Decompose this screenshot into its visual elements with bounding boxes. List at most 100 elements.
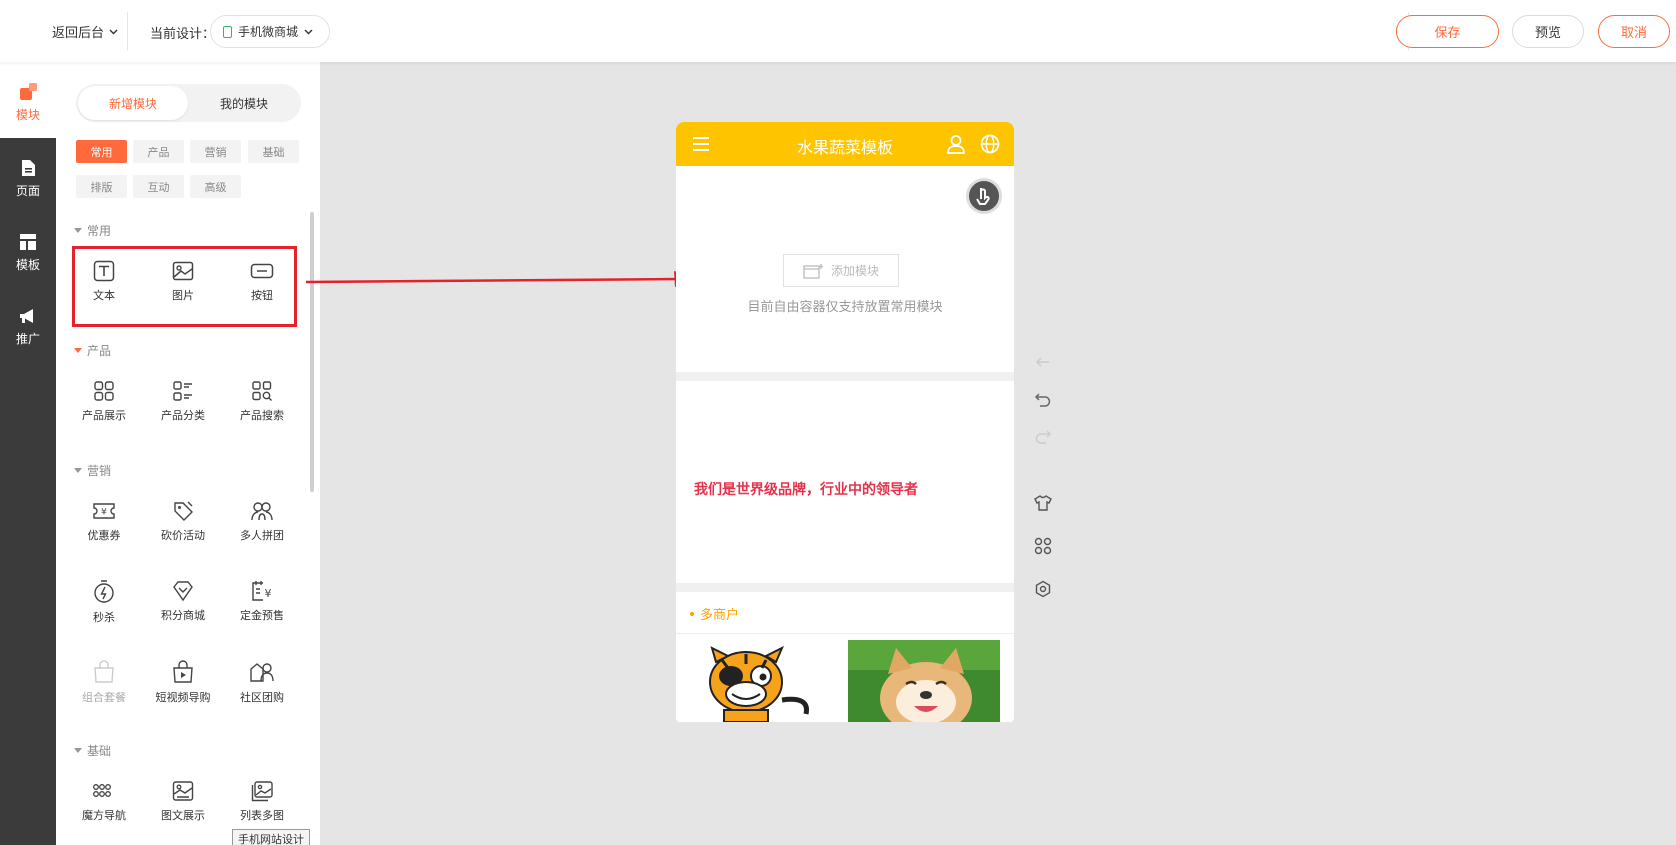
- divider: [127, 12, 128, 50]
- merchant-section[interactable]: 多商户: [676, 592, 1014, 722]
- highlight-box: [72, 246, 297, 327]
- section-title-product[interactable]: 产品: [74, 342, 111, 359]
- section-title-common-label: 常用: [87, 224, 112, 238]
- calendar-yen-icon: ¥: [252, 581, 272, 601]
- caret-down-icon: [74, 348, 82, 353]
- cancel-button[interactable]: 取消: [1598, 15, 1670, 48]
- section-title-basic[interactable]: 基础: [74, 742, 111, 759]
- chip-marketing[interactable]: 营销: [190, 140, 241, 163]
- arrow-left-icon[interactable]: [1034, 353, 1052, 371]
- shopping-bag-icon: [94, 660, 114, 683]
- panel-scrollbar[interactable]: [310, 212, 314, 492]
- section-title-common[interactable]: 常用: [74, 222, 111, 239]
- video-bag-icon: [173, 660, 193, 683]
- module-coupon[interactable]: ¥ 优惠券: [69, 500, 139, 543]
- design-select[interactable]: 手机微商城: [210, 15, 330, 48]
- module-product-search-label: 产品搜索: [240, 409, 284, 422]
- module-bargain[interactable]: 砍价活动: [148, 500, 218, 543]
- tooltip: 手机网站设计: [232, 829, 310, 845]
- template-icon: [20, 234, 36, 250]
- slogan-text: 我们是世界级品牌，行业中的领导者: [694, 482, 918, 498]
- current-design-label: 当前设计：: [150, 27, 216, 42]
- module-tabs: 新增模块 我的模块: [76, 84, 301, 122]
- grid-icon[interactable]: [1034, 537, 1052, 555]
- nav-item-template[interactable]: 模板: [0, 232, 56, 273]
- module-magic-nav[interactable]: 魔方导航: [69, 780, 139, 823]
- module-coupon-label: 优惠券: [87, 529, 121, 542]
- module-product-category[interactable]: 产品分类: [148, 380, 218, 423]
- globe-icon[interactable]: [980, 134, 1000, 154]
- free-container[interactable]: 添加模块 目前自由容器仅支持放置常用模块: [676, 166, 1014, 372]
- dots-grid-icon: [93, 784, 111, 797]
- hand-icon[interactable]: [966, 178, 1002, 214]
- design-select-value: 手机微商城: [238, 25, 299, 39]
- multi-image-icon: [251, 781, 273, 802]
- users-icon: [251, 502, 273, 521]
- caret-down-icon: [74, 748, 82, 753]
- section-title-marketing[interactable]: 营销: [74, 462, 111, 479]
- section-title-marketing-label: 营销: [87, 464, 112, 478]
- chip-product[interactable]: 产品: [133, 140, 184, 163]
- module-list-multi-image[interactable]: 列表多图: [227, 780, 297, 823]
- phone-header: 水果蔬菜模板: [676, 122, 1014, 166]
- module-combo[interactable]: 组合套餐: [69, 660, 139, 705]
- nav-item-promote[interactable]: 推广: [0, 306, 56, 347]
- module-image-text[interactable]: 图文展示: [148, 780, 218, 823]
- user-icon[interactable]: [946, 134, 966, 154]
- back-to-admin-button[interactable]: 返回后台: [52, 22, 118, 41]
- module-group-buy[interactable]: 多人拼团: [227, 500, 297, 543]
- merchant-title: 多商户: [690, 604, 739, 623]
- redo-icon[interactable]: [1034, 427, 1052, 445]
- section-title-basic-label: 基础: [87, 744, 112, 758]
- nav-item-module[interactable]: 模块: [0, 82, 56, 123]
- module-combo-label: 组合套餐: [82, 691, 126, 704]
- tab-new-module[interactable]: 新增模块: [78, 86, 188, 120]
- nav-item-module-label: 模块: [15, 108, 40, 122]
- module-community-buy-label: 社区团购: [240, 691, 284, 704]
- module-presale[interactable]: ¥ 定金预售: [227, 580, 297, 623]
- module-presale-label: 定金预售: [240, 609, 284, 622]
- nav-item-promote-label: 推广: [15, 332, 40, 346]
- shiba-dog-photo: [848, 640, 1000, 722]
- module-panel: 新增模块 我的模块 常用 产品 营销 基础 排版 互动 高级 常用 文本 图片 …: [56, 62, 320, 845]
- undo-icon[interactable]: [1034, 390, 1052, 408]
- phone-icon: [223, 25, 232, 38]
- chip-basic[interactable]: 基础: [248, 140, 299, 163]
- module-magic-nav-label: 魔方导航: [82, 809, 126, 822]
- module-icon: [20, 83, 37, 100]
- chevron-down-icon: [109, 29, 118, 34]
- tshirt-icon[interactable]: [1034, 494, 1052, 512]
- module-product-category-label: 产品分类: [161, 409, 205, 422]
- merchant-card-tiger[interactable]: [686, 640, 838, 722]
- chip-advanced[interactable]: 高级: [190, 175, 241, 198]
- merchant-card-dog[interactable]: [848, 640, 1000, 722]
- module-product-display[interactable]: 产品展示: [69, 380, 139, 423]
- module-product-search[interactable]: 产品搜索: [227, 380, 297, 423]
- svg-text:¥: ¥: [265, 587, 272, 600]
- preview-button[interactable]: 预览: [1512, 15, 1584, 48]
- grid-search-icon: [252, 381, 272, 401]
- slogan-section[interactable]: 我们是世界级品牌，行业中的领导者: [676, 381, 1014, 583]
- chip-layout[interactable]: 排版: [76, 175, 127, 198]
- diamond-icon: [173, 581, 193, 602]
- tab-my-module[interactable]: 我的模块: [189, 86, 299, 120]
- community-icon: [250, 663, 274, 682]
- container-hint: 目前自由容器仅支持放置常用模块: [747, 300, 943, 315]
- add-module-button[interactable]: 添加模块: [783, 254, 899, 287]
- nav-item-page-label: 页面: [15, 184, 40, 198]
- phone-canvas: 水果蔬菜模板 添加模块 目前自由容器仅支持放置常用模块 我们是世界级品牌，行业中…: [676, 122, 1014, 722]
- nav-item-page[interactable]: 页面: [0, 158, 56, 199]
- module-short-video[interactable]: 短视频导购: [148, 660, 218, 705]
- module-short-video-label: 短视频导购: [155, 691, 211, 704]
- page-icon: [22, 160, 35, 176]
- save-button[interactable]: 保存: [1396, 15, 1499, 48]
- module-flash-sale[interactable]: 秒杀: [69, 580, 139, 625]
- divider: [676, 633, 1014, 634]
- nav-item-template-label: 模板: [15, 258, 40, 272]
- merchant-title-label: 多商户: [700, 608, 740, 623]
- chip-interaction[interactable]: 互动: [133, 175, 184, 198]
- module-points-mall[interactable]: 积分商城: [148, 580, 218, 623]
- chip-common[interactable]: 常用: [76, 140, 127, 163]
- settings-icon[interactable]: [1034, 580, 1052, 598]
- module-community-buy[interactable]: 社区团购: [227, 660, 297, 705]
